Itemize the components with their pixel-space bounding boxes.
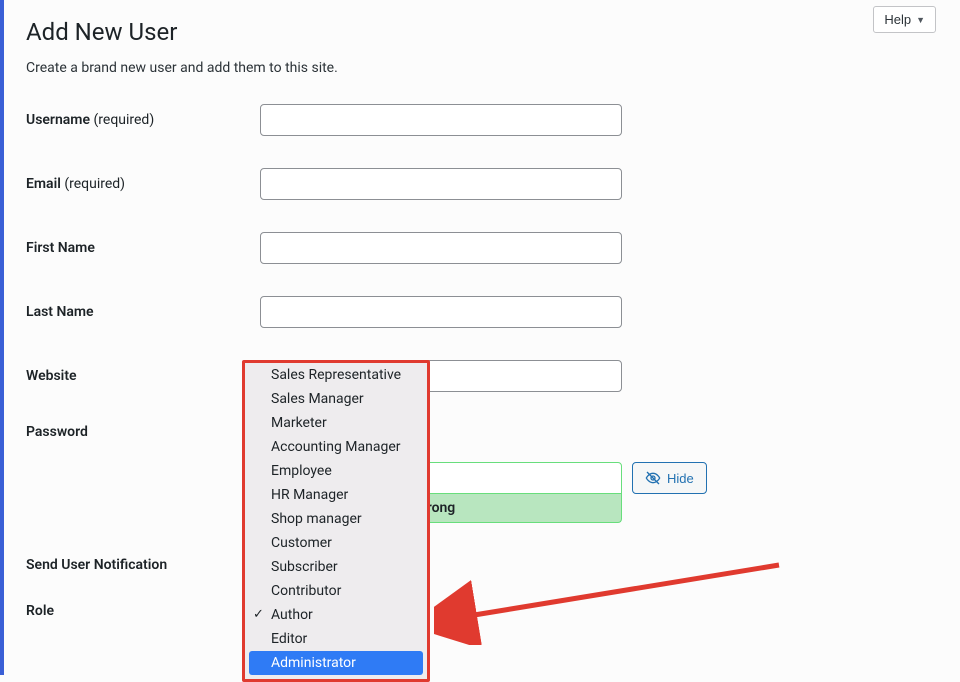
role-option[interactable]: Subscriber xyxy=(245,555,427,579)
help-button[interactable]: Help ▼ xyxy=(873,6,936,33)
row-password: Password Hide rong xyxy=(26,424,938,523)
last-name-input[interactable] xyxy=(260,296,622,328)
label-username-text: Username xyxy=(26,112,90,128)
label-email: Email (required) xyxy=(26,176,260,192)
role-option[interactable]: Editor xyxy=(245,627,427,651)
role-option[interactable]: Contributor xyxy=(245,579,427,603)
row-username: Username (required) xyxy=(26,104,938,136)
hide-password-button[interactable]: Hide xyxy=(632,462,707,494)
row-website: Website xyxy=(26,360,938,392)
role-option[interactable]: Author xyxy=(245,603,427,627)
label-website: Website xyxy=(26,368,260,384)
label-username: Username (required) xyxy=(26,112,260,128)
page-content: Add New User Create a brand new user and… xyxy=(4,0,960,619)
page-title: Add New User xyxy=(26,18,938,46)
username-input[interactable] xyxy=(260,104,622,136)
role-option[interactable]: Employee xyxy=(245,459,427,483)
label-password: Password xyxy=(26,424,260,440)
page-subtitle: Create a brand new user and add them to … xyxy=(26,60,938,76)
role-option[interactable]: Marketer xyxy=(245,411,427,435)
label-role: Role xyxy=(26,603,260,619)
help-label: Help xyxy=(884,12,911,27)
label-last-name: Last Name xyxy=(26,304,260,320)
role-option[interactable]: Shop manager xyxy=(245,507,427,531)
chevron-down-icon: ▼ xyxy=(916,15,925,25)
hide-label: Hide xyxy=(667,471,694,486)
label-username-req: (required) xyxy=(93,112,154,128)
role-option[interactable]: HR Manager xyxy=(245,483,427,507)
role-option[interactable]: Customer xyxy=(245,531,427,555)
label-notification: Send User Notification xyxy=(26,557,260,573)
role-option[interactable]: Administrator xyxy=(249,651,423,675)
row-role: Role xyxy=(26,603,938,619)
label-first-name: First Name xyxy=(26,240,260,256)
row-notification: Send User Notification email about their… xyxy=(26,557,938,573)
role-option[interactable]: Accounting Manager xyxy=(245,435,427,459)
eye-slash-icon xyxy=(645,470,661,486)
label-email-req: (required) xyxy=(64,176,125,192)
row-first-name: First Name xyxy=(26,232,938,264)
role-dropdown[interactable]: Sales RepresentativeSales ManagerMarkete… xyxy=(242,360,430,682)
label-email-text: Email xyxy=(26,176,61,192)
role-option[interactable]: Sales Manager xyxy=(245,387,427,411)
row-email: Email (required) xyxy=(26,168,938,200)
role-option[interactable]: Sales Representative xyxy=(245,363,427,387)
first-name-input[interactable] xyxy=(260,232,622,264)
row-last-name: Last Name xyxy=(26,296,938,328)
email-input[interactable] xyxy=(260,168,622,200)
